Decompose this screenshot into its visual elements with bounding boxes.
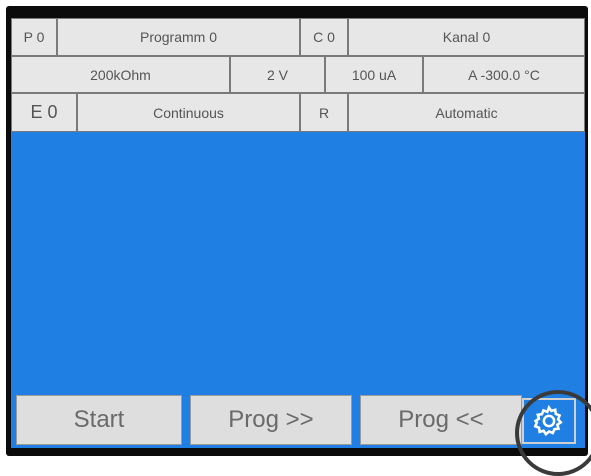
range-mode-cell[interactable]: Automatic	[348, 93, 585, 132]
range-cell[interactable]: 200kOhm	[11, 56, 230, 93]
voltage-cell[interactable]: 2 V	[230, 56, 325, 93]
temperature-value: A -300.0 °C	[468, 66, 540, 83]
program-name: Programm 0	[139, 29, 218, 45]
range-mode-value: Automatic	[435, 104, 498, 121]
start-button-label: Start	[73, 406, 125, 433]
prog-prev-button[interactable]: Prog <<	[360, 395, 522, 445]
current-cell[interactable]: 100 uA	[325, 56, 423, 93]
prog-next-button[interactable]: Prog >>	[190, 395, 352, 445]
voltage-value: 2 V	[266, 66, 288, 83]
program-id: P 0	[23, 29, 45, 45]
mode-id: E 0	[30, 102, 58, 122]
mode-id-cell[interactable]: E 0	[11, 93, 77, 132]
channel-id: C 0	[313, 29, 335, 45]
mode-value: Continuous	[153, 104, 224, 121]
channel-name: Kanal 0	[442, 29, 491, 45]
range-flag-cell[interactable]: R	[300, 93, 348, 132]
range-flag: R	[318, 104, 330, 121]
highlight-circle	[515, 390, 591, 476]
current-value: 100 uA	[351, 66, 397, 83]
start-button[interactable]: Start	[16, 395, 182, 445]
channel-id-cell[interactable]: C 0	[300, 18, 348, 56]
prog-next-button-label: Prog >>	[228, 406, 314, 433]
mode-cell[interactable]: Continuous	[77, 93, 300, 132]
channel-name-cell[interactable]: Kanal 0	[348, 18, 585, 56]
range-value: 200kOhm	[90, 66, 151, 83]
program-id-cell[interactable]: P 0	[11, 18, 57, 56]
temperature-cell[interactable]: A -300.0 °C	[423, 56, 585, 93]
program-name-cell[interactable]: Programm 0	[57, 18, 300, 56]
prog-prev-button-label: Prog <<	[398, 406, 484, 433]
touch-screen: P 0 Programm 0 C 0 Kanal 0 200kOhm 2 V 1…	[11, 18, 585, 448]
